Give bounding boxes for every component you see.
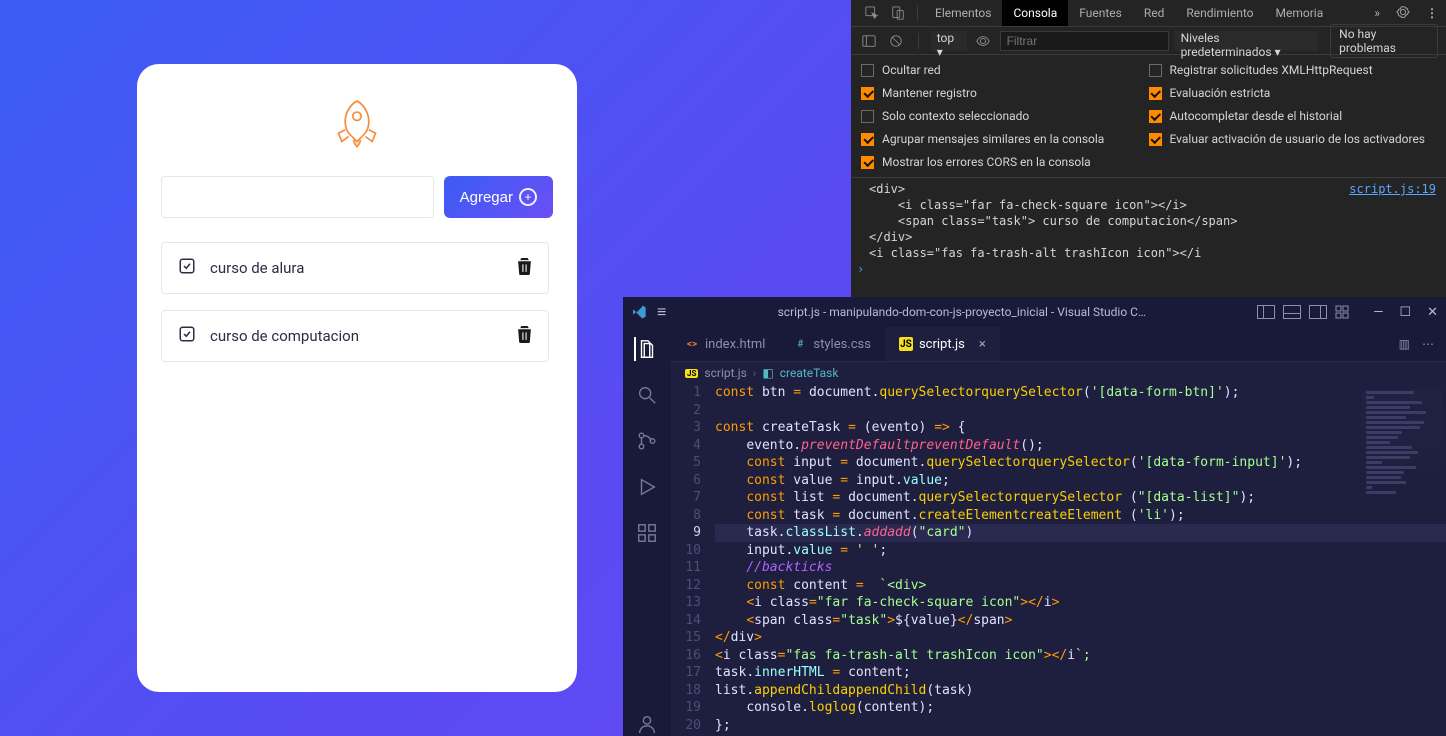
task-input-row: Agregar +: [161, 176, 553, 218]
console-setting-checkbox[interactable]: Mantener registro: [861, 86, 1149, 100]
task-text: curso de alura: [210, 259, 304, 277]
check-square-icon[interactable]: [178, 325, 196, 347]
breadcrumb[interactable]: JS script.js › ◧ createTask: [671, 362, 1446, 384]
console-setting-checkbox[interactable]: Mostrar los errores CORS en la consola: [861, 155, 1149, 169]
add-button-label: Agregar: [460, 189, 513, 206]
hamburger-menu-icon[interactable]: ≡: [657, 302, 666, 322]
console-setting-checkbox[interactable]: Ocultar red: [861, 63, 1149, 77]
console-output[interactable]: script.js:19 <div> <i class="far fa-chec…: [851, 178, 1446, 297]
task-item: curso de computacion: [161, 310, 549, 362]
layout-left-icon[interactable]: [1257, 305, 1275, 319]
todo-app: Agregar + curso de alura: [137, 64, 577, 692]
file-type-icon: JS: [685, 369, 698, 378]
console-setting-checkbox[interactable]: Evaluar activación de usuario de los act…: [1149, 132, 1437, 146]
code-editor[interactable]: 12345678910111213141516171819202122 cons…: [671, 384, 1446, 736]
devtools-panel: ElementosConsolaFuentesRedRendimientoMem…: [851, 0, 1446, 297]
trash-icon[interactable]: [517, 258, 532, 279]
devtools-tab[interactable]: Consola: [1002, 0, 1068, 26]
breadcrumb-file: script.js: [704, 366, 746, 380]
close-tab-icon[interactable]: ×: [979, 337, 986, 352]
vscode-window: ≡ script.js - manipulando-dom-con-js-pro…: [623, 297, 1446, 736]
task-text: curso de computacion: [210, 327, 359, 345]
tab-label: script.js: [919, 337, 965, 352]
device-toggle-icon[interactable]: [885, 0, 911, 26]
task-list[interactable]: curso de alura curso de computacion: [161, 242, 553, 668]
log-source-link[interactable]: script.js:19: [1349, 182, 1436, 196]
console-filter-input[interactable]: [1000, 31, 1169, 51]
account-icon[interactable]: [635, 712, 659, 736]
file-type-icon: JS: [899, 337, 913, 351]
extensions-icon[interactable]: [635, 521, 659, 545]
devtools-tab[interactable]: Elementos: [924, 0, 1002, 26]
no-issues-badge[interactable]: No hay problemas: [1330, 24, 1438, 58]
run-debug-icon[interactable]: [635, 475, 659, 499]
vscode-logo-icon: [631, 304, 647, 320]
editor-tab[interactable]: JS script.js ×: [885, 327, 1000, 361]
layout-bottom-icon[interactable]: [1283, 305, 1301, 319]
editor-tab[interactable]: <> index.html: [671, 327, 779, 361]
devtools-more-icon[interactable]: ⋮: [1418, 6, 1446, 20]
check-square-icon[interactable]: [178, 257, 196, 279]
trash-icon[interactable]: [517, 326, 532, 347]
log-levels-select[interactable]: Niveles predeterminados ▾: [1175, 31, 1319, 51]
explorer-icon[interactable]: [634, 337, 658, 361]
console-setting-checkbox[interactable]: Registrar solicitudes XMLHttpRequest: [1149, 63, 1437, 77]
tab-label: styles.css: [813, 337, 871, 352]
console-setting-checkbox[interactable]: Agrupar mensajes similares en la consola: [861, 132, 1149, 146]
rocket-icon: [161, 96, 553, 154]
window-title: script.js - manipulando-dom-con-js-proye…: [676, 305, 1247, 319]
devtools-tab[interactable]: Rendimiento: [1175, 0, 1264, 26]
split-editor-icon[interactable]: ▥: [1399, 337, 1410, 351]
inspect-element-icon[interactable]: [859, 0, 885, 26]
console-toolbar: top ▾ Niveles predeterminados ▾ No hay p…: [851, 27, 1446, 55]
layout-grid-icon[interactable]: [1335, 305, 1349, 319]
maximize-icon[interactable]: ☐: [1399, 305, 1411, 320]
console-setting-checkbox[interactable]: Evaluación estricta: [1149, 86, 1437, 100]
devtools-tab[interactable]: Red: [1133, 0, 1176, 26]
console-settings: Ocultar red Mantener registro Solo context…: [851, 55, 1446, 178]
overflow-tabs-icon[interactable]: »: [1366, 6, 1388, 20]
file-type-icon: #: [793, 337, 807, 351]
add-task-button[interactable]: Agregar +: [444, 176, 553, 218]
devtools-tab-bar: ElementosConsolaFuentesRedRendimientoMem…: [851, 0, 1446, 27]
devtools-tab[interactable]: Memoria: [1265, 0, 1335, 26]
search-icon[interactable]: [635, 383, 659, 407]
task-item: curso de alura: [161, 242, 549, 294]
context-select[interactable]: top ▾: [931, 31, 967, 51]
tab-label: index.html: [705, 337, 765, 352]
editor-tabs: <> index.html # styles.css JS script.js × ▥ ⋯: [671, 327, 1446, 362]
devtools-settings-icon[interactable]: [1388, 5, 1418, 22]
file-type-icon: <>: [685, 337, 699, 351]
close-window-icon[interactable]: ✕: [1427, 305, 1438, 320]
console-sidebar-toggle-icon[interactable]: [859, 27, 879, 54]
plus-circle-icon: +: [519, 188, 537, 206]
layout-right-icon[interactable]: [1309, 305, 1327, 319]
source-control-icon[interactable]: [635, 429, 659, 453]
symbol-icon: ◧: [762, 366, 773, 380]
console-setting-checkbox[interactable]: Autocompletar desde el historial: [1149, 109, 1437, 123]
minimize-icon[interactable]: —: [1373, 305, 1383, 320]
task-input[interactable]: [161, 176, 434, 218]
editor-tab[interactable]: # styles.css: [779, 327, 885, 361]
console-prompt-icon[interactable]: ›: [851, 262, 1446, 276]
more-tab-actions-icon[interactable]: ⋯: [1422, 337, 1434, 351]
console-setting-checkbox[interactable]: Solo contexto seleccionado: [861, 109, 1149, 123]
devtools-tab[interactable]: Fuentes: [1068, 0, 1133, 26]
breadcrumb-symbol: createTask: [780, 366, 839, 380]
clear-console-icon[interactable]: [885, 27, 905, 54]
live-expression-icon[interactable]: [973, 27, 993, 54]
vscode-titlebar: ≡ script.js - manipulando-dom-con-js-pro…: [623, 297, 1446, 327]
activity-bar: [623, 327, 671, 736]
